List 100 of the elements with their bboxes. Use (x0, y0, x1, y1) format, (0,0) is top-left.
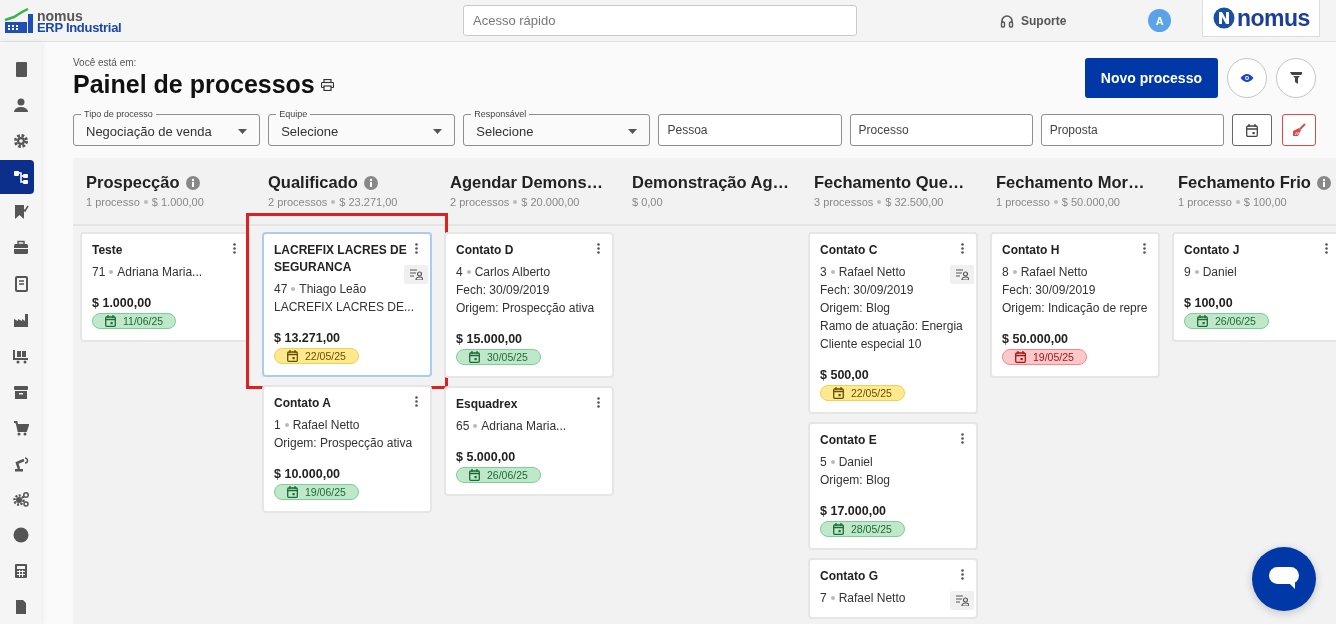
column-title: Qualificado (268, 173, 358, 192)
caret-icon (628, 128, 638, 134)
text-field[interactable]: Proposta (1040, 114, 1224, 146)
factory-icon (12, 312, 29, 329)
new-process-button[interactable]: Novo processo (1084, 58, 1218, 98)
process-card[interactable]: Contato H 8 Rafael Netto Fech: 30/09/2019 Origem: Indicação de repre $ 50.000,00 19/05/25 (990, 232, 1160, 378)
card-amount: $ 17.000,00 (820, 504, 888, 518)
settings-icon (12, 132, 29, 149)
field-label: Responsável (473, 109, 528, 119)
owner-name: Thiago Leão (299, 281, 367, 298)
assignee-button[interactable] (404, 265, 428, 284)
card-amount: $ 13.271,00 (274, 331, 342, 345)
n-circle-icon (1212, 7, 1235, 29)
calendar-icon (833, 523, 844, 535)
funnel-icon (1290, 72, 1302, 84)
more-button[interactable] (1323, 243, 1330, 254)
text-field[interactable]: Processo (849, 114, 1033, 146)
caret-icon (433, 128, 443, 134)
process-card[interactable]: Contato D 4 Carlos Alberto Fech: 30/09/2019 Origem: Prospecção ativa $ 15.000,00 30/05/25 (444, 232, 614, 378)
more-icon (1143, 243, 1146, 254)
process-card[interactable]: Contato C 3 Rafael Netto Fech: 30/09/2019 Origem: Blog Ramo de atuação: Energia Cliente especial 10 $ 500,00 22/05/25 (808, 232, 978, 414)
process-card[interactable]: LACREFIX LACRES DE SEGURANCA 47 Thiago Leão LACREFIX LACRES DE... $ 13.271,00 22/05/25 (262, 232, 432, 377)
process-card[interactable]: Teste 71 Adriana Maria... $ 1.000,00 11/06/25 (80, 232, 250, 342)
eye-icon (1240, 73, 1254, 83)
process-number: 65 (456, 418, 470, 435)
owner-name: Rafael Netto (292, 417, 360, 434)
field-label: Equipe (278, 109, 309, 119)
more-button[interactable] (595, 243, 602, 254)
search-field[interactable]: Acesso rápido (463, 5, 857, 36)
gears-icon (12, 491, 29, 508)
support-link[interactable]: Suporte (1021, 13, 1067, 28)
card-detail: Fech: 30/09/2019 (820, 282, 915, 299)
clear-filters-button[interactable] (1282, 114, 1316, 146)
bookmark-check-icon (12, 204, 29, 221)
assignee-button[interactable] (950, 591, 974, 610)
calendar-icon (105, 315, 116, 327)
select-field[interactable]: Responsável Selecione (463, 109, 651, 146)
column-total: $ 1.000,00 (151, 196, 204, 208)
info-icon (363, 175, 378, 190)
column-total: $ 50.000,00 (1061, 196, 1120, 208)
logo-text: nomus (1236, 4, 1310, 32)
process-number: 7 (820, 590, 827, 607)
process-card[interactable]: Contato G 7 Rafael Netto (808, 558, 978, 619)
view-button[interactable] (1227, 58, 1267, 98)
cart-icon (12, 419, 29, 436)
process-card[interactable]: Contato A 1 Rafael Netto Origem: Prospecção ativa $ 10.000,00 19/06/25 (262, 385, 432, 513)
card-title: Contato A (274, 395, 332, 412)
chat-bubble-icon (1269, 567, 1299, 591)
process-count: 3 processos (814, 196, 874, 208)
filter-button[interactable] (1276, 58, 1316, 98)
process-number: 47 (274, 281, 288, 298)
more-button[interactable] (413, 396, 420, 407)
process-card[interactable]: Esquadrex 65 Adriana Maria... $ 5.000,00 26/06/25 (444, 386, 614, 496)
due-date-badge: 11/06/25 (92, 313, 177, 329)
assignee-button[interactable] (950, 265, 974, 284)
due-date-badge: 19/05/25 (1002, 349, 1087, 365)
process-card[interactable]: Contato E 5 Daniel Origem: Blog $ 17.000,00 28/05/25 (808, 422, 978, 550)
card-amount: $ 5.000,00 (456, 450, 517, 464)
more-button[interactable] (595, 397, 602, 408)
column-total: $ 0,00 (632, 196, 663, 208)
select-field[interactable]: Equipe Selecione (268, 109, 456, 146)
info-icon (1316, 175, 1331, 190)
column-title: Fechamento Que… (814, 173, 965, 192)
process-card[interactable]: Contato J 9 Daniel $ 100,00 26/06/25 (1172, 232, 1336, 342)
more-button[interactable] (959, 569, 966, 580)
card-title: Contato D (456, 242, 515, 259)
more-button[interactable] (413, 243, 420, 254)
card-title: Contato H (1002, 242, 1061, 259)
print-icon[interactable] (320, 78, 334, 91)
card-title: LACREFIX LACRES DE SEGURANCA (274, 242, 408, 276)
process-count: 2 processos (268, 196, 328, 208)
more-button[interactable] (231, 243, 238, 254)
list-person-icon (955, 269, 969, 280)
select-field[interactable]: Tipo de processo Negociação de venda (73, 109, 261, 146)
date-button[interactable] (1231, 114, 1273, 146)
calendar-icon (1015, 351, 1026, 363)
process-count: 1 processo (1178, 196, 1232, 208)
more-icon (961, 243, 964, 254)
card-amount: $ 500,00 (820, 368, 870, 382)
more-button[interactable] (959, 243, 966, 254)
more-button[interactable] (1141, 243, 1148, 254)
process-number: 9 (1184, 264, 1191, 281)
card-title: Contato G (820, 568, 879, 585)
text-field[interactable]: Pessoa (658, 114, 842, 146)
more-button[interactable] (959, 433, 966, 444)
card-detail: Origem: Indicação de repre (1002, 300, 1148, 317)
process-number: 71 (92, 264, 106, 281)
headset-icon (1000, 13, 1014, 28)
robot-arm-icon (12, 455, 29, 472)
column-total: $ 23.271,00 (339, 196, 398, 208)
list-person-icon (409, 269, 423, 280)
calendar-icon (469, 351, 480, 363)
card-title: Contato J (1184, 242, 1241, 259)
column-title: Fechamento Mor… (996, 173, 1145, 192)
card-amount: $ 50.000,00 (1002, 332, 1070, 346)
more-icon (233, 243, 236, 254)
owner-name: Rafael Netto (838, 264, 906, 281)
field-label: Tipo de processo (83, 109, 154, 119)
due-date-badge: 22/05/25 (820, 385, 905, 401)
sidebar-item[interactable] (0, 159, 34, 194)
